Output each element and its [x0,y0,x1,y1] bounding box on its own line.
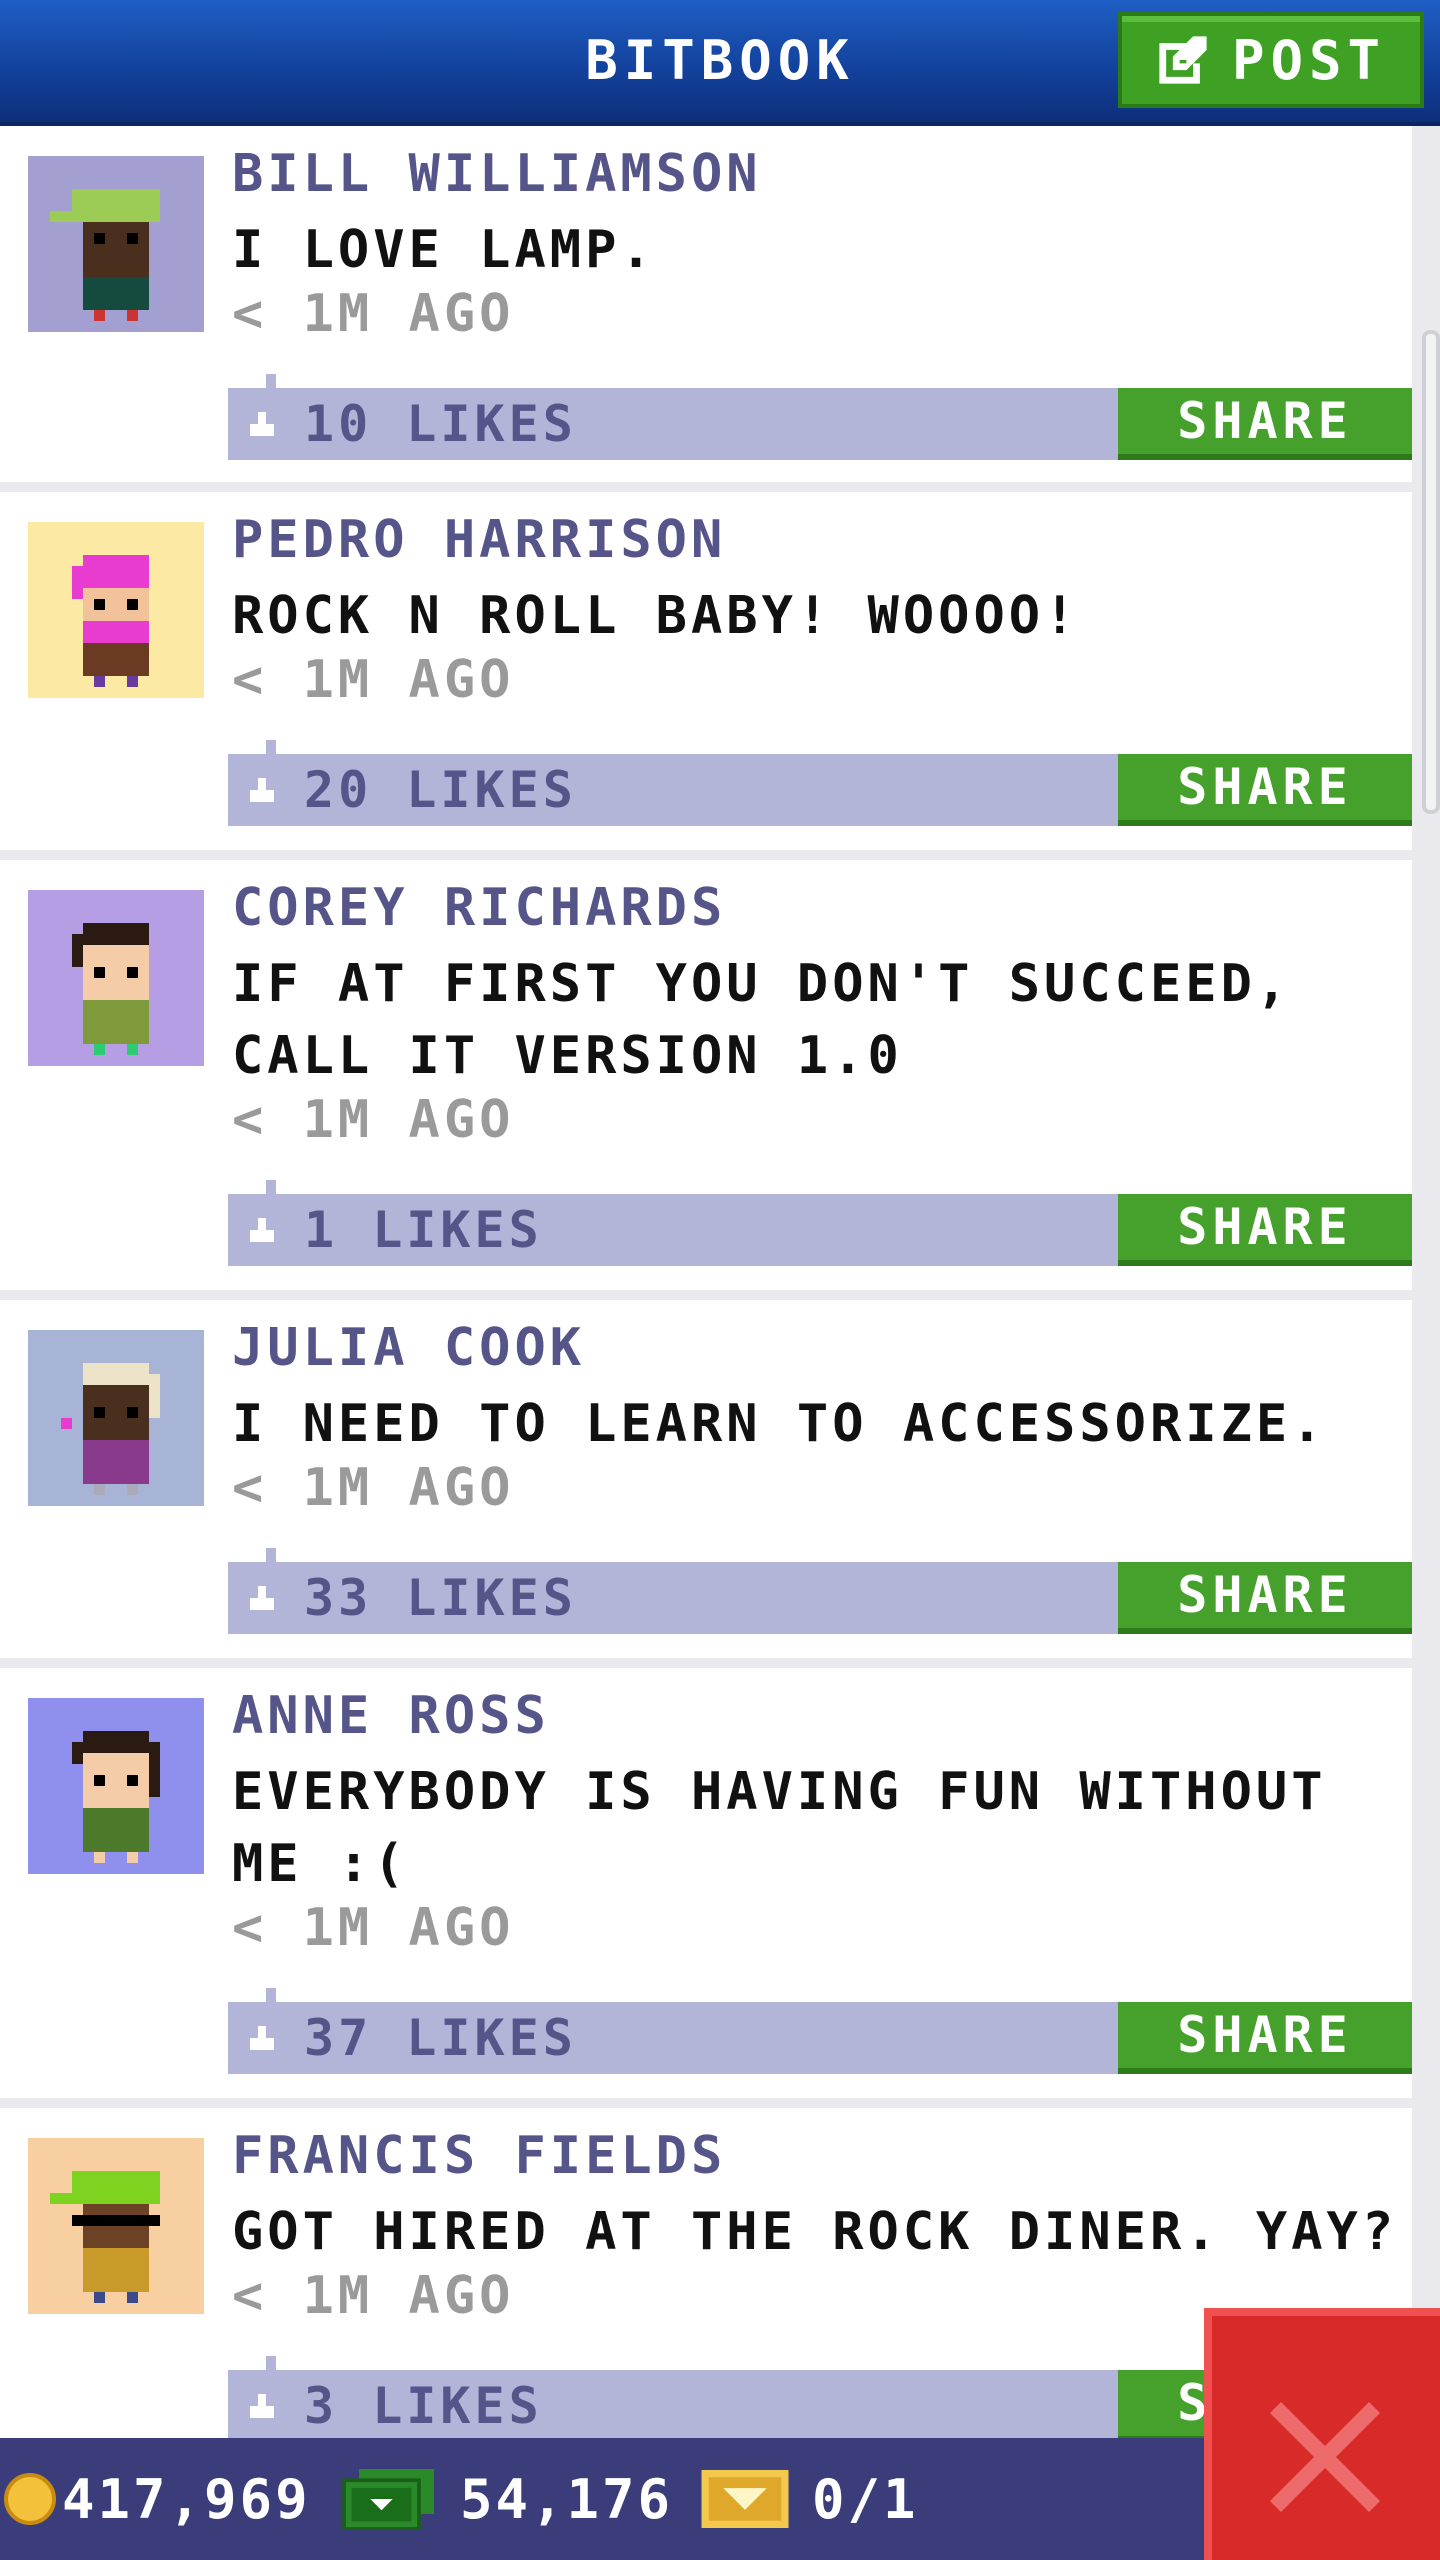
like-icon[interactable] [246,2022,278,2054]
post-button-label: POST [1231,28,1387,92]
likes-count: 3 LIKES [304,2377,543,2435]
likes-bar: 20 LIKES SHARE [228,740,1412,826]
avatar[interactable] [28,156,204,332]
post-time: < 1M AGO [232,2266,515,2326]
like-icon[interactable] [246,408,278,440]
bux-value: 54,176 [460,2467,674,2531]
like-pip [266,740,276,754]
avatar-image [61,1363,160,1495]
post-message: I LOVE LAMP. [232,220,656,280]
like-pip [266,1180,276,1194]
likes-count: 20 LIKES [304,761,577,819]
post-card: ANNE ROSS EVERYBODY IS HAVING FUN WITHOU… [0,1668,1412,2098]
like-icon[interactable] [246,2390,278,2422]
post-message: ROCK N ROLL BABY! WOOOO! [232,586,1080,646]
share-button[interactable]: SHARE [1118,754,1412,826]
post-message: IF AT FIRST YOU DON'T SUCCEED, CALL IT V… [232,954,1292,1086]
avatar[interactable] [28,2138,204,2314]
post-time: < 1M AGO [232,284,515,344]
bux-stat: 54,176 [340,2438,673,2560]
post-author[interactable]: BILL WILLIAMSON [232,144,762,204]
close-button[interactable] [1204,2308,1440,2560]
avatar-image [50,2171,160,2303]
like-pip [266,374,276,388]
share-button[interactable]: SHARE [1118,2002,1412,2074]
likes-bar: 33 LIKES SHARE [228,1548,1412,1634]
post-card: JULIA COOK I NEED TO LEARN TO ACCESSORIZ… [0,1300,1412,1658]
coin-icon [4,2473,56,2525]
post-card: BILL WILLIAMSON I LOVE LAMP. < 1M AGO 10… [0,126,1412,482]
likes-count: 1 LIKES [304,1201,543,1259]
post-edit-icon [1159,36,1207,84]
like-pip [266,1988,276,2002]
post-author[interactable]: PEDRO HARRISON [232,510,726,570]
tickets-stat: 0/1 [700,2438,919,2560]
avatar[interactable] [28,890,204,1066]
post-time: < 1M AGO [232,650,515,710]
likes-count: 10 LIKES [304,395,577,453]
avatar-image [72,923,149,1055]
post-author[interactable]: FRANCIS FIELDS [232,2126,726,2186]
post-time: < 1M AGO [232,1898,515,1958]
share-button[interactable]: SHARE [1118,1194,1412,1266]
app-header: BITBOOK POST [0,0,1440,126]
bux-icon [342,2469,434,2529]
post-message: I NEED TO LEARN TO ACCESSORIZE. [232,1394,1327,1454]
post-message: EVERYBODY IS HAVING FUN WITHOUT ME :( [232,1762,1327,1894]
close-icon [1270,2402,1380,2512]
coins-value: 417,969 [62,2467,311,2531]
share-button[interactable]: SHARE [1118,1562,1412,1634]
like-pip [266,1548,276,1562]
like-icon[interactable] [246,1214,278,1246]
post-author[interactable]: COREY RICHARDS [232,878,726,938]
avatar-image [50,189,160,321]
ticket-icon [701,2470,789,2528]
likes-count: 33 LIKES [304,1569,577,1627]
share-button[interactable]: SHARE [1118,388,1412,460]
post-author[interactable]: JULIA COOK [232,1318,585,1378]
like-pip [266,2356,276,2370]
like-icon[interactable] [246,1582,278,1614]
likes-count: 37 LIKES [304,2009,577,2067]
avatar-image [72,555,149,687]
post-card: PEDRO HARRISON ROCK N ROLL BABY! WOOOO! … [0,492,1412,850]
post-message: GOT HIRED AT THE ROCK DINER. YAY? [232,2202,1398,2262]
avatar[interactable] [28,522,204,698]
coins-stat: 417,969 [4,2438,311,2560]
avatar[interactable] [28,1330,204,1506]
scrollbar[interactable] [1422,330,1440,814]
post-author[interactable]: ANNE ROSS [232,1686,550,1746]
post-card: COREY RICHARDS IF AT FIRST YOU DON'T SUC… [0,860,1412,1290]
like-icon[interactable] [246,774,278,806]
avatar-image [72,1731,160,1863]
avatar[interactable] [28,1698,204,1874]
post-time: < 1M AGO [232,1458,515,1518]
post-button[interactable]: POST [1118,12,1424,108]
tickets-value: 0/1 [812,2467,919,2531]
likes-bar: 1 LIKES SHARE [228,1180,1412,1266]
likes-bar: 10 LIKES SHARE [228,374,1412,460]
post-time: < 1M AGO [232,1090,515,1150]
likes-bar: 37 LIKES SHARE [228,1988,1412,2074]
